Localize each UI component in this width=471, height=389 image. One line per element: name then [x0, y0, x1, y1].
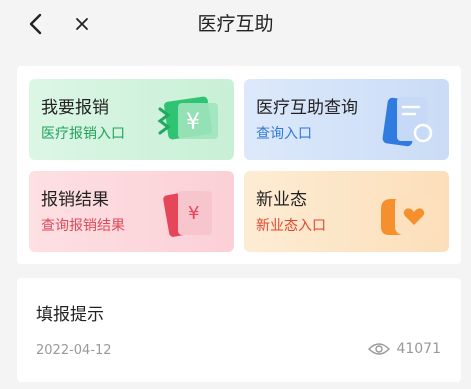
svg-text:¥: ¥ [186, 110, 200, 135]
tile-title: 报销结果 [41, 190, 109, 210]
tile-title: 我要报销 [41, 98, 109, 118]
tile-title: 新业态 [256, 190, 307, 210]
page-title: 医疗互助 [197, 13, 274, 35]
reimburse-money-icon: ¥ [156, 93, 226, 151]
notice-card[interactable]: 填报提示 2022-04-12 41071 [17, 278, 461, 382]
eye-icon [368, 343, 391, 355]
new-business-tile[interactable]: 新业态 新业态入口 [244, 171, 449, 252]
reimburse-tile[interactable]: 我要报销 医疗报销入口 ¥ [29, 79, 234, 160]
query-tile[interactable]: 医疗互助查询 查询入口 [244, 79, 449, 160]
result-tile[interactable]: 报销结果 查询报销结果 ¥ [29, 171, 234, 252]
notice-date: 2022-04-12 [36, 343, 112, 358]
tile-subtitle: 查询入口 [256, 126, 312, 142]
tile-subtitle: 新业态入口 [256, 218, 326, 234]
notice-title: 填报提示 [36, 305, 104, 325]
top-bar: 医疗互助 [0, 0, 471, 52]
view-count-value: 41071 [396, 341, 441, 357]
heart-card-icon [371, 185, 441, 243]
result-receipt-icon: ¥ [156, 185, 226, 243]
query-document-icon [371, 93, 441, 151]
tile-subtitle: 查询报销结果 [41, 218, 125, 234]
tile-title: 医疗互助查询 [256, 98, 358, 118]
service-panel: 我要报销 医疗报销入口 ¥ 医疗互助查询 查询入口 报销结果 查询报销结果 ¥ … [17, 66, 461, 264]
view-count: 41071 [368, 341, 441, 357]
tile-subtitle: 医疗报销入口 [41, 126, 125, 142]
svg-text:¥: ¥ [188, 203, 199, 224]
